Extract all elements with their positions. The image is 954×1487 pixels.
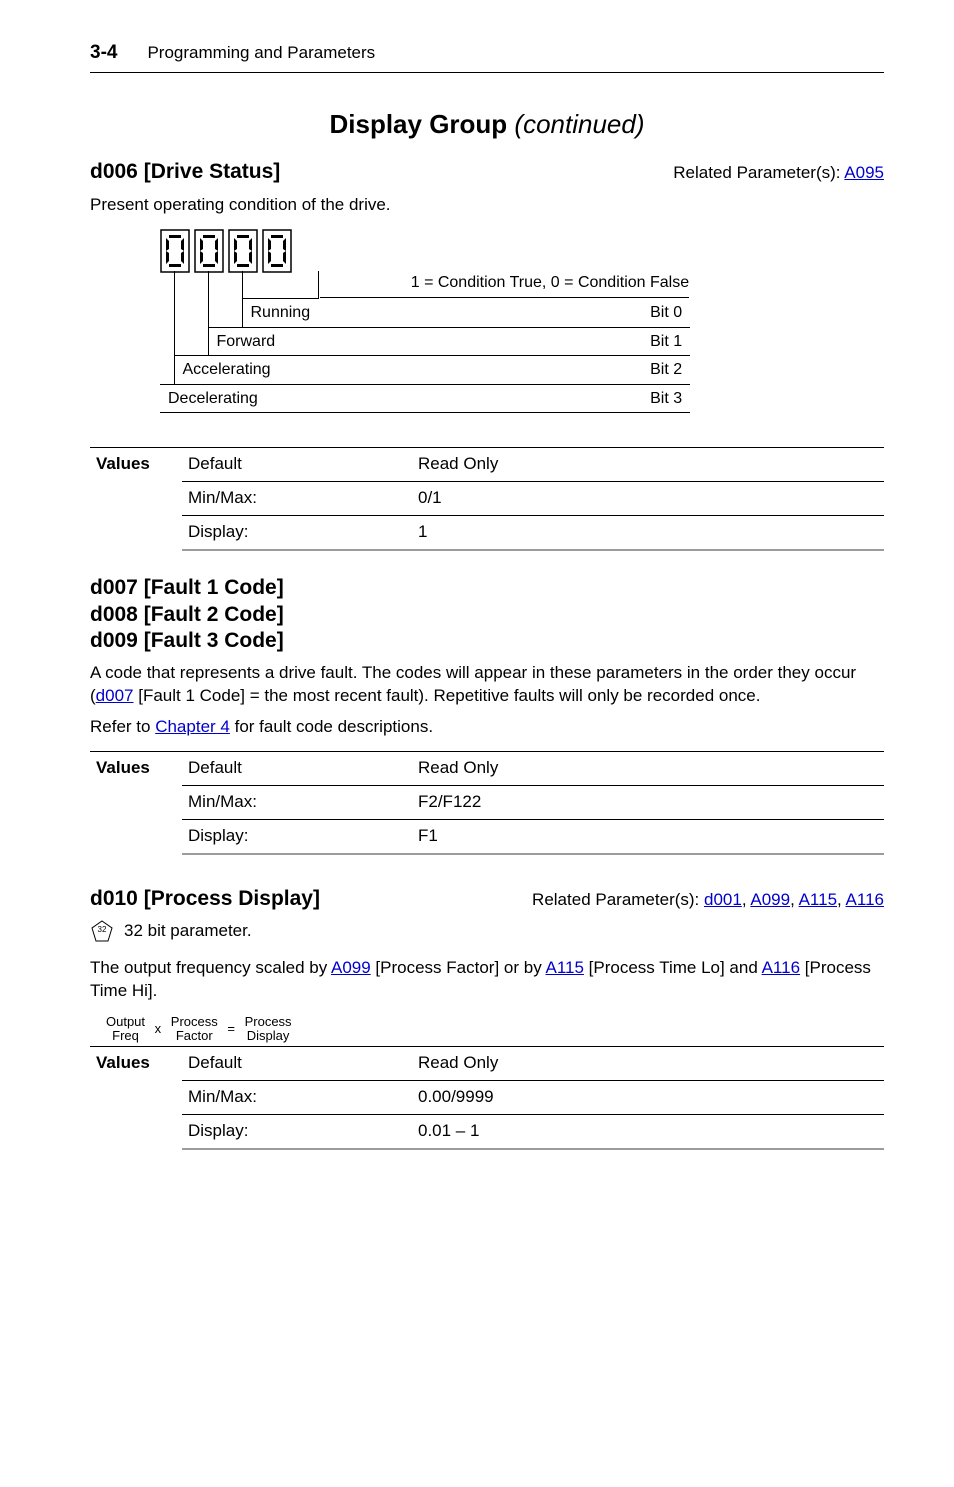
values-key: Default [182,1047,412,1081]
thirty-two-bit-icon: 32 [90,919,114,943]
link-a115[interactable]: A115 [799,890,837,909]
values-key: Min/Max: [182,482,412,516]
link-a095[interactable]: A095 [844,163,884,182]
page-number: 3-4 [90,40,117,66]
values-val: 0.00/9999 [412,1081,884,1115]
fault-desc: A code that represents a drive fault. Th… [90,662,884,708]
bit-diagram: 1 = Condition True, 0 = Condition False … [160,229,884,413]
fault-refer-pre: Refer to [90,717,155,736]
values-table-d010: Values Default Read Only Min/Max: 0.00/9… [90,1046,884,1150]
param-d010-code: d010 [90,887,138,910]
d32-label: 32 bit parameter. [124,920,252,943]
values-key: Min/Max: [182,1081,412,1115]
values-key: Default [182,448,412,482]
values-val: F1 [412,819,884,853]
values-key: Display: [182,819,412,853]
equation: OutputFreq x ProcessFactor = ProcessDisp… [106,1015,884,1042]
values-table-d006: Values Default Read Only Min/Max: 0/1 Di… [90,447,884,551]
link-a116[interactable]: A116 [846,890,884,909]
bit-row-bit: Bit 0 [318,299,690,328]
seven-seg-digit-1 [194,229,224,273]
link-d007[interactable]: d007 [96,686,134,705]
param-d009-title: d009 [Fault 3 Code] [90,628,884,654]
d32-row: 32 32 bit parameter. [90,919,884,943]
values-table-faults: Values Default Read Only Min/Max: F2/F12… [90,751,884,855]
bit-row-bit: Bit 1 [318,327,690,356]
link-a099[interactable]: A099 [750,890,790,909]
values-key: Min/Max: [182,785,412,819]
param-d010-header: d010 [Process Display] Related Parameter… [90,885,884,913]
eq-op2: = [221,1020,241,1038]
section-title: Display Group (continued) [90,107,884,142]
eq-c-bot: Display [247,1028,290,1043]
param-d010-related: Related Parameter(s): d001, A099, A115, … [532,889,884,912]
values-val: Read Only [412,1047,884,1081]
seven-seg-digit-2 [228,229,258,273]
values-heading: Values [90,1047,182,1149]
link-d001[interactable]: d001 [704,890,742,909]
bit-row-label: Decelerating [160,384,318,413]
param-d006-desc: Present operating condition of the drive… [90,194,884,217]
param-d006-name: [Drive Status] [144,160,281,183]
param-d006-header: d006 [Drive Status] Related Parameter(s)… [90,158,884,186]
values-key: Display: [182,516,412,550]
fault-refer: Refer to Chapter 4 for fault code descri… [90,716,884,739]
link-a099-inline[interactable]: A099 [331,958,371,977]
d010-desc-pre: The output frequency scaled by [90,958,331,977]
param-d010-title: d010 [Process Display] [90,885,320,913]
values-val: 1 [412,516,884,550]
bit-row-label: Forward [208,327,318,356]
link-a116-inline[interactable]: A116 [762,958,800,977]
link-chapter-4[interactable]: Chapter 4 [155,717,230,736]
bit-row-label: Accelerating [174,356,318,385]
values-heading: Values [90,448,182,550]
seven-seg-digit-0 [160,229,190,273]
bit-legend: 1 = Condition True, 0 = Condition False [320,272,690,298]
header-rule [90,72,884,73]
param-d006-code: d006 [90,160,138,183]
section-title-sub: (continued) [514,109,644,139]
section-title-main: Display Group [329,109,507,139]
values-key: Display: [182,1115,412,1149]
fault-desc-post: [Fault 1 Code] = the most recent fault).… [134,686,761,705]
param-d006-related: Related Parameter(s): A095 [673,162,884,185]
page-header: 3-4 Programming and Parameters [90,40,884,66]
values-val: 0.01 – 1 [412,1115,884,1149]
svg-text:32: 32 [98,925,107,934]
param-d006-title: d006 [Drive Status] [90,158,280,186]
fault-refer-post: for fault code descriptions. [230,717,433,736]
bit-row-bit: Bit 2 [318,356,690,385]
values-val: Read Only [412,751,884,785]
values-key: Default [182,751,412,785]
param-d010-name: [Process Display] [144,887,320,910]
values-heading: Values [90,751,182,853]
bit-leader-table: 1 = Condition True, 0 = Condition False … [160,271,690,413]
values-val: 0/1 [412,482,884,516]
chapter-title: Programming and Parameters [147,42,375,65]
eq-b-bot: Factor [176,1028,213,1043]
bit-row-bit: Bit 3 [318,384,690,413]
values-val: F2/F122 [412,785,884,819]
d010-desc-mid2: [Process Time Lo] and [584,958,762,977]
d010-desc-mid1: [Process Factor] or by [371,958,546,977]
related-label: Related Parameter(s): [532,890,699,909]
link-a115-inline[interactable]: A115 [545,958,583,977]
seven-seg-digit-3 [262,229,292,273]
param-d008-title: d008 [Fault 2 Code] [90,602,884,628]
related-label: Related Parameter(s): [673,163,840,182]
d010-desc: The output frequency scaled by A099 [Pro… [90,957,884,1003]
eq-a-bot: Freq [112,1028,139,1043]
param-d007-title: d007 [Fault 1 Code] [90,575,884,601]
seven-segment-row [160,229,884,273]
bit-row-label: Running [242,299,318,328]
eq-op1: x [149,1020,168,1038]
values-val: Read Only [412,448,884,482]
